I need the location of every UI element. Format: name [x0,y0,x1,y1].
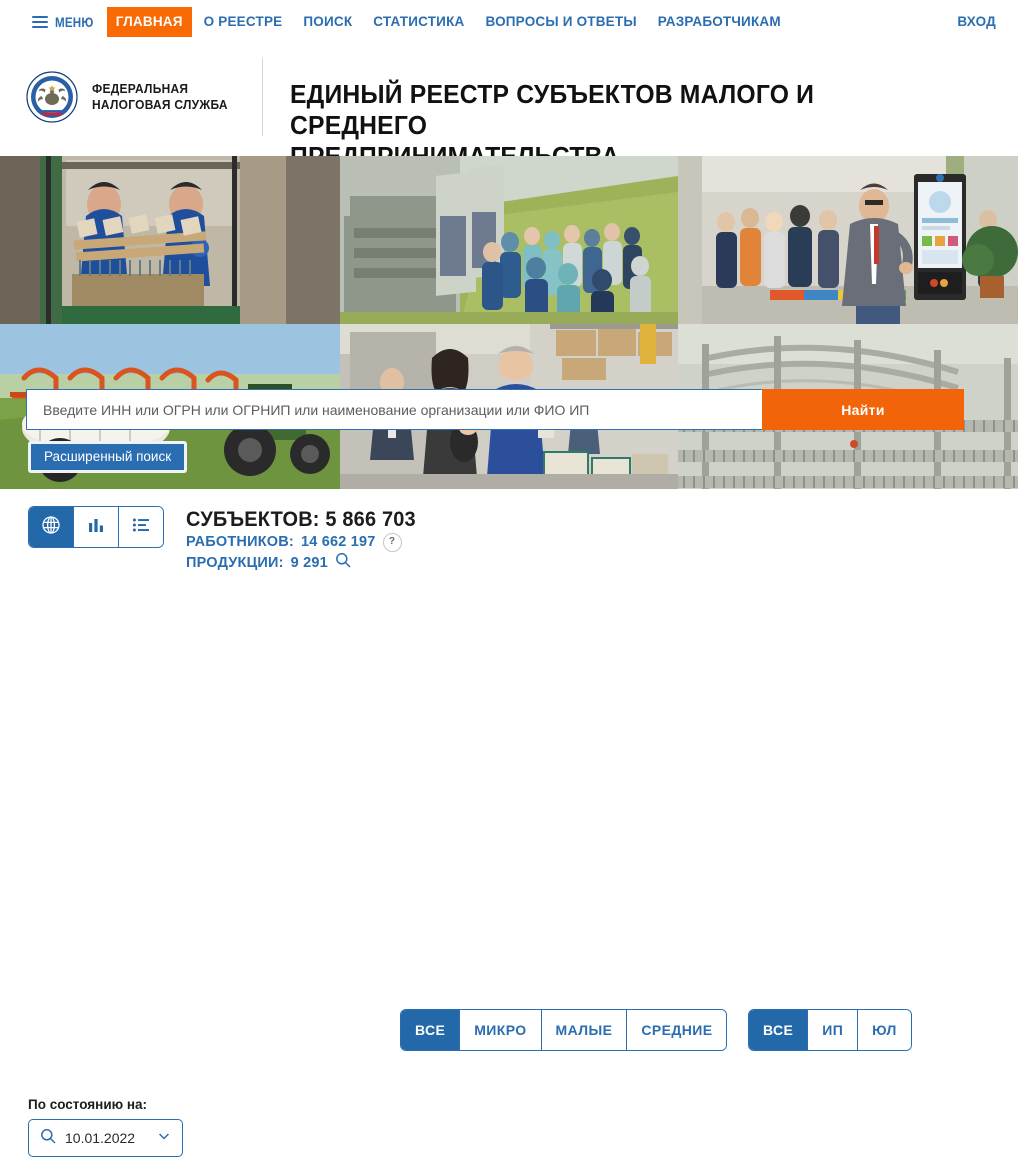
date-picker-field[interactable]: 10.01.2022 [28,1119,183,1157]
products-value: 9 291 [290,555,328,571]
registry-statistics: СУБЪЕКТОВ: 5 866 703 РАБОТНИКОВ: 14 662 … [186,506,428,574]
products-stat: ПРОДУКЦИИ: 9 291 [186,552,428,574]
nav-item-statistics-label: СТАТИСТИКА [373,14,465,29]
bar-chart-icon [87,516,105,539]
type-filter-group: ВСЕ ИП ЮЛ [748,1009,912,1051]
subjects-value: 5 866 703 [325,508,416,531]
menu-toggle-button[interactable]: МЕНЮ [28,10,104,35]
date-picker-value: 10.01.2022 [65,1130,136,1146]
size-filter-medium[interactable]: СРЕДНИЕ [627,1010,727,1050]
agency-name: ФЕДЕРАЛЬНАЯ НАЛОГОВАЯ СЛУЖБА [92,81,228,112]
filters-panel: СУБЪЕКТОВ: 5 866 703 РАБОТНИКОВ: 14 662 … [0,489,1018,1157]
globe-icon [41,515,61,540]
nav-item-statistics[interactable]: СТАТИСТИКА [364,7,473,37]
hero-photo-factory-workers [0,156,340,324]
type-filter-ip[interactable]: ИП [808,1010,859,1050]
stats-row: СУБЪЕКТОВ: 5 866 703 РАБОТНИКОВ: 14 662 … [28,506,1018,574]
nav-item-about-registry[interactable]: О РЕЕСТРЕ [195,7,292,37]
list-icon [132,516,150,539]
hero-image-grid [0,156,1018,489]
view-mode-chart-button[interactable] [74,507,119,547]
subjects-stat: СУБЪЕКТОВ: 5 866 703 [186,507,416,532]
subjects-label: СУБЪЕКТОВ: [186,508,320,531]
hero-collage: Найти Расширенный поиск [0,156,1018,489]
size-filter-all[interactable]: ВСЕ [401,1010,461,1050]
view-mode-map-button[interactable] [29,507,74,547]
top-navigation: МЕНЮ ГЛАВНАЯ О РЕЕСТРЕ ПОИСК СТАТИСТИКА … [0,0,1018,44]
nav-item-developers[interactable]: РАЗРАБОТЧИКАМ [649,7,790,37]
type-filter-ul[interactable]: ЮЛ [858,1010,911,1050]
search-input[interactable] [26,389,762,430]
hero-photo-production-line [340,156,678,324]
nav-items: МЕНЮ ГЛАВНАЯ О РЕЕСТРЕ ПОИСК СТАТИСТИКА … [28,7,790,37]
nav-item-search-label: ПОИСК [303,14,353,29]
workers-help-icon[interactable]: ? [382,532,402,552]
size-filter-small[interactable]: МАЛЫЕ [541,1010,628,1050]
workers-stat: РАБОТНИКОВ: 14 662 197 ? [186,532,428,552]
advanced-search-button[interactable]: Расширенный поиск [28,441,188,473]
nav-item-home[interactable]: ГЛАВНАЯ [106,7,192,37]
date-picker-label: По состоянию на: [28,1097,148,1112]
menu-toggle-label: МЕНЮ [55,14,94,30]
type-filter-all[interactable]: ВСЕ [749,1010,809,1050]
search-submit-button[interactable]: Найти [762,389,964,430]
size-filter-group: ВСЕ МИКРО МАЛЫЕ СРЕДНИЕ [400,1009,728,1051]
agency-logo-group[interactable]: ФЕДЕРАЛЬНАЯ НАЛОГОВАЯ СЛУЖБА [26,58,263,136]
brand-header: ФЕДЕРАЛЬНАЯ НАЛОГОВАЯ СЛУЖБА ЕДИНЫЙ РЕЕС… [0,44,1018,171]
workers-label: РАБОТНИКОВ: [186,534,294,550]
hero-photo-exhibition [678,156,1018,324]
nav-item-home-label: ГЛАВНАЯ [115,14,183,29]
nav-item-faq[interactable]: ВОПРОСЫ И ОТВЕТЫ [476,7,645,37]
nav-item-about-registry-label: О РЕЕСТРЕ [203,14,283,29]
size-filter-micro[interactable]: МИКРО [460,1010,542,1050]
date-search-icon [40,1128,56,1149]
login-label: ВХОД [957,14,996,29]
products-label: ПРОДУКЦИИ: [186,555,284,571]
nav-item-developers-label: РАЗРАБОТЧИКАМ [657,14,781,29]
workers-value: 14 662 197 [300,534,376,550]
hamburger-icon [32,16,48,28]
chevron-down-icon[interactable] [157,1129,171,1148]
view-mode-list-button[interactable] [119,507,163,547]
login-link[interactable]: ВХОД [957,13,996,31]
fns-emblem-icon [26,71,78,123]
nav-item-search[interactable]: ПОИСК [294,7,361,37]
view-mode-group [28,506,164,548]
nav-item-faq-label: ВОПРОСЫ И ОТВЕТЫ [485,14,637,29]
date-picker-block: По состоянию на: 10.01.2022 [28,1097,183,1157]
products-search-icon[interactable] [335,552,351,574]
search-bar: Найти [26,389,964,430]
